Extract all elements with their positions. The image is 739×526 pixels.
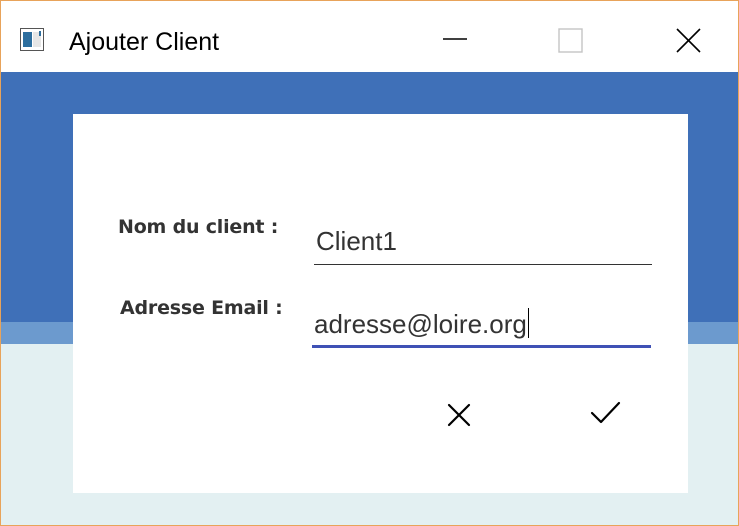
close-icon (676, 28, 701, 53)
email-input[interactable]: adresse@loire.org (312, 304, 651, 348)
email-label: Adresse Email : (120, 297, 283, 319)
close-icon (447, 403, 471, 427)
cancel-button[interactable] (439, 395, 479, 435)
client-name-value: Client1 (316, 226, 397, 256)
check-icon (590, 401, 621, 424)
close-button[interactable] (665, 19, 711, 65)
client-form-card: Nom du client : Client1 Adresse Email : … (73, 114, 688, 493)
email-value: adresse@loire.org (314, 309, 527, 339)
client-name-input[interactable]: Client1 (314, 221, 652, 265)
window-title: Ajouter Client (69, 28, 220, 56)
client-name-label: Nom du client : (118, 216, 279, 238)
maximize-icon (558, 28, 583, 53)
text-caret (527, 308, 530, 338)
confirm-button[interactable] (585, 393, 625, 433)
title-bar[interactable]: Ajouter Client (1, 1, 738, 72)
minimize-button[interactable] (431, 19, 477, 65)
app-icon (20, 28, 44, 51)
maximize-button[interactable] (547, 19, 593, 65)
dialog-window: Ajouter Client Nom du client : Client1 A… (0, 0, 739, 526)
